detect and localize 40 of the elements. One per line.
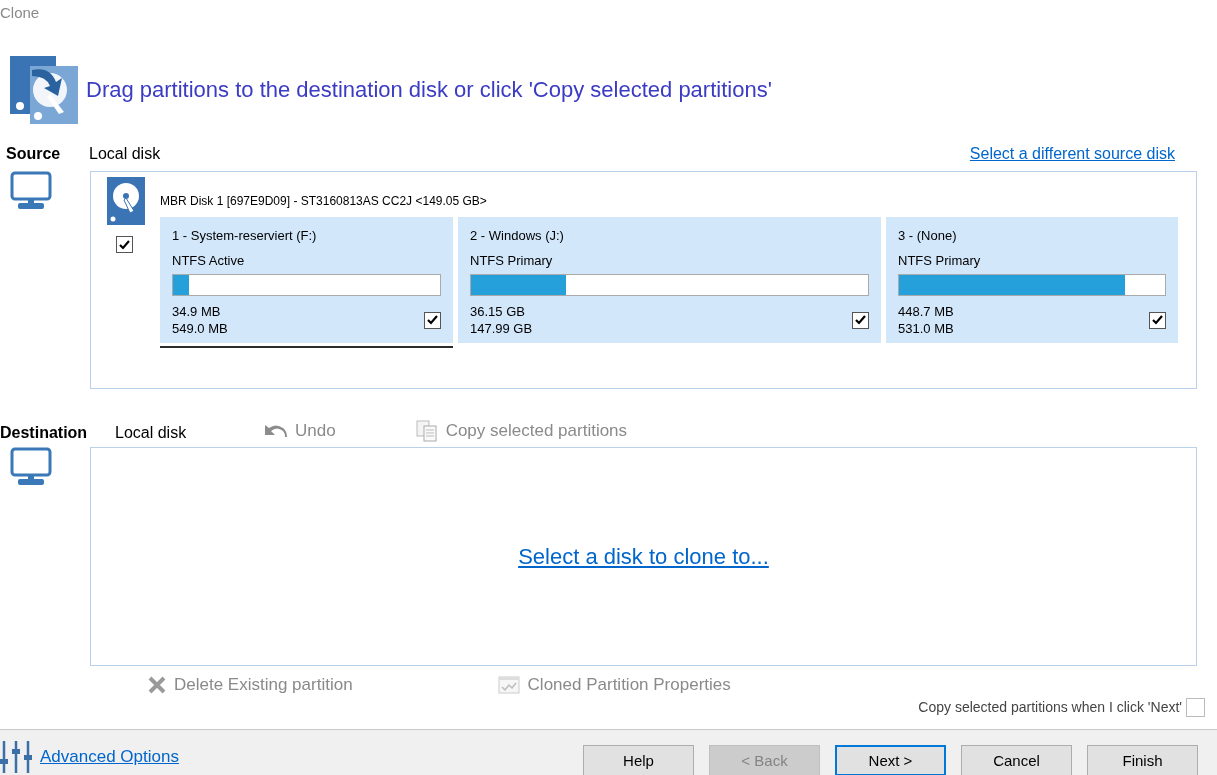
disk-type: Local disk [89, 145, 161, 163]
instruction-text: Drag partitions to the destination disk or click 'Copy selected partitions' [86, 77, 772, 103]
checkbox[interactable] [1149, 311, 1166, 329]
documents-icon [415, 420, 438, 442]
checkbox[interactable] [1186, 697, 1205, 717]
section-label: Source [6, 145, 62, 163]
copy-on-next-label: Copy selected partitions when I click 'Next' [918, 699, 1182, 715]
disk-title: MBR Disk 1 [697E9D09] - ST3160813AS CC2J <149.05 GB> [160, 194, 487, 208]
wizard-button[interactable]: Finish [1087, 745, 1198, 775]
section-label: Destination [0, 424, 89, 442]
checkbox[interactable] [116, 236, 133, 253]
window-title: Clone [0, 3, 41, 23]
partition-type: NTFS Active [172, 253, 246, 268]
select-disk-link[interactable]: Select a disk to clone to... [518, 543, 769, 570]
total-size: 531.0 MB [898, 320, 954, 337]
checkbox[interactable] [852, 311, 869, 329]
wizard-button[interactable]: Help [583, 745, 694, 775]
monitor-icon [10, 171, 52, 211]
partition-name: 1 - System-reserviert (F:) [172, 228, 318, 243]
partition-type: NTFS Primary [470, 253, 554, 268]
total-size: 549.0 MB [172, 320, 228, 337]
undo-icon [263, 423, 287, 439]
monitor-icon [10, 447, 52, 487]
sliders-icon [0, 741, 34, 773]
wizard-button[interactable]: Cancel [961, 745, 1072, 775]
disk-clone-icon [10, 56, 78, 124]
partition-name: 3 - (None) [898, 228, 958, 243]
used-size: 34.9 MB [172, 303, 222, 320]
source-disk-link[interactable]: Select a different source disk [969, 145, 1175, 163]
used-size: 448.7 MB [898, 303, 954, 320]
checklist-icon [497, 675, 520, 694]
wizard-button[interactable]: Next > [835, 745, 946, 775]
close-icon [148, 675, 166, 694]
advanced-options-link[interactable]: Advanced Options [40, 747, 179, 767]
total-size: 147.99 GB [470, 320, 533, 337]
used-size: 36.15 GB [470, 303, 526, 320]
partition-name: 2 - Windows (J:) [470, 228, 565, 243]
partition-type: NTFS Primary [898, 253, 982, 268]
checkbox[interactable] [424, 311, 441, 329]
disk-type: Local disk [115, 424, 188, 442]
